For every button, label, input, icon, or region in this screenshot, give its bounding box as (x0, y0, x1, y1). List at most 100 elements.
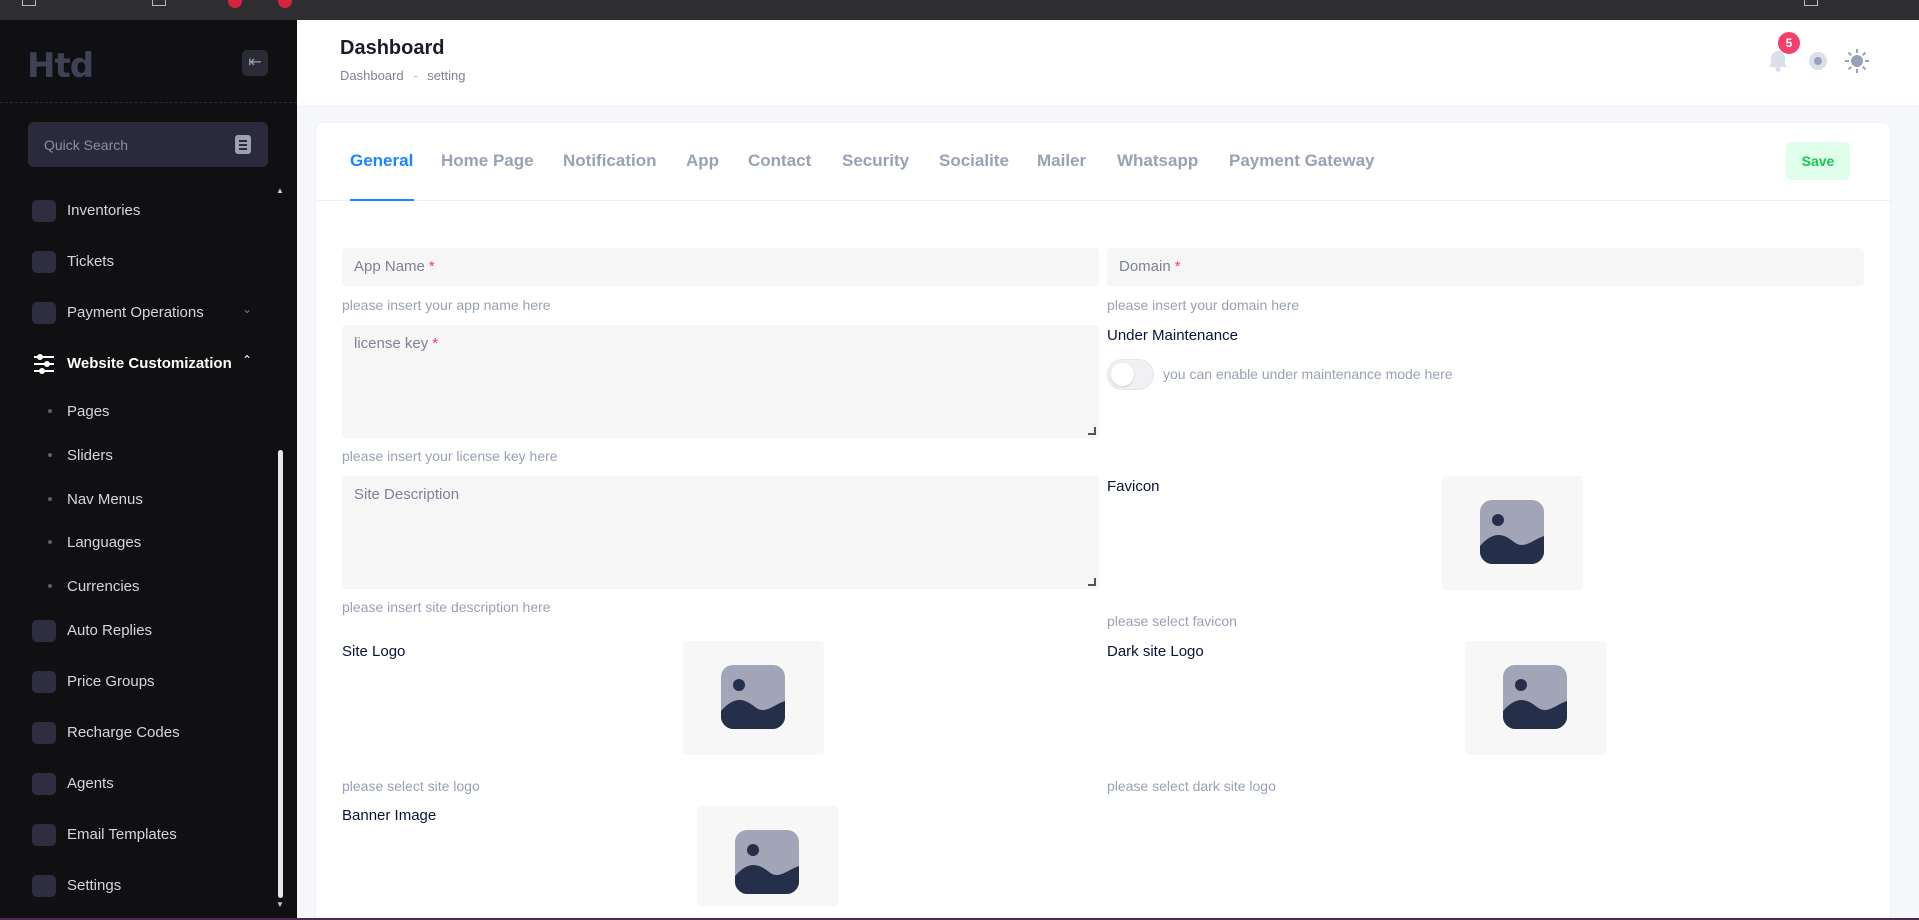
box-icon (32, 200, 56, 222)
tab-mailer[interactable]: Mailer (1037, 151, 1086, 171)
sidebar-item-recharge-codes[interactable]: Recharge Codes (0, 712, 280, 752)
site-description-hint: please insert site description here (342, 599, 551, 615)
sidebar-item-label: Website Customization (67, 355, 232, 372)
sidebar-subitem-languages[interactable]: Languages (0, 525, 280, 559)
app-icon[interactable] (278, 0, 292, 8)
tab-socialite[interactable]: Socialite (939, 151, 1009, 171)
sidebar-item-label: Inventories (67, 202, 141, 219)
required-marker: * (1174, 258, 1181, 275)
window-icon[interactable] (152, 0, 166, 6)
app-icon[interactable] (228, 0, 242, 8)
tab-security[interactable]: Security (842, 151, 909, 171)
image-placeholder-icon (1480, 500, 1544, 564)
image-placeholder-icon (1503, 665, 1567, 729)
sidebar-item-settings[interactable]: Settings (0, 865, 280, 905)
license-key-textarea[interactable]: license key * (342, 325, 1099, 438)
money-icon (32, 302, 56, 324)
tab-home-page[interactable]: Home Page (441, 151, 534, 171)
maintenance-toggle[interactable] (1107, 359, 1154, 390)
sidebar-item-tickets[interactable]: Tickets (0, 241, 280, 281)
breadcrumb-separator: - (413, 68, 418, 83)
search-placeholder: Quick Search (44, 137, 129, 153)
sidebar-subitem-sliders[interactable]: Sliders (0, 438, 280, 472)
clipboard-icon[interactable] (235, 135, 251, 154)
wallet-icon (32, 722, 56, 744)
chevron-up-icon: ⌃ (242, 353, 253, 367)
id-card-icon (32, 773, 56, 795)
sidebar-item-label: Payment Operations (67, 304, 204, 321)
sidebar-item-payment-operations[interactable]: Payment Operations ⌄ (0, 292, 280, 332)
image-placeholder-icon (735, 830, 799, 894)
maintenance-label: Under Maintenance (1107, 327, 1238, 344)
sidebar-item-label: Recharge Codes (67, 724, 180, 741)
sidebar-item-label: Auto Replies (67, 622, 153, 639)
sun-icon[interactable] (1844, 48, 1870, 74)
scroll-down-arrow-icon[interactable]: ▼ (276, 900, 284, 909)
window-icon[interactable] (1804, 0, 1818, 6)
bullet-icon (48, 497, 52, 501)
tab-notification[interactable]: Notification (563, 151, 657, 171)
favicon-image-picker[interactable] (1442, 476, 1583, 590)
tab-whatsapp[interactable]: Whatsapp (1117, 151, 1198, 171)
layout-icon (32, 824, 56, 846)
tab-general[interactable]: General (350, 151, 413, 171)
breadcrumb-item[interactable]: Dashboard (340, 68, 404, 83)
resize-handle-icon[interactable] (1088, 578, 1096, 586)
settings-card: General Home Page Notification App Conta… (315, 122, 1892, 920)
site-description-textarea[interactable]: Site Description (342, 476, 1099, 589)
sidebar: Htd ⇤ Quick Search Inventories Tickets P… (0, 20, 297, 918)
sidebar-subitem-label: Currencies (67, 578, 140, 595)
logo[interactable]: Htd (27, 46, 94, 86)
grid-icon[interactable] (22, 0, 36, 6)
tag-icon (32, 671, 56, 693)
domain-hint: please insert your domain here (1107, 297, 1300, 313)
gear-icon[interactable] (1805, 48, 1831, 74)
banner-label: Banner Image (342, 807, 437, 824)
app-name-hint: please insert your app name here (342, 297, 551, 313)
breadcrumb: Dashboard - setting (340, 68, 466, 83)
tab-contact[interactable]: Contact (748, 151, 811, 171)
sidebar-item-inventories[interactable]: Inventories (0, 190, 280, 230)
gear-icon (32, 875, 56, 897)
save-button[interactable]: Save (1786, 142, 1850, 180)
sidebar-item-website-customization[interactable]: Website Customization ⌃ (0, 343, 280, 383)
tab-app[interactable]: App (686, 151, 719, 171)
sliders-icon (32, 353, 56, 375)
sidebar-item-auto-replies[interactable]: Auto Replies (0, 610, 280, 650)
maintenance-hint: you can enable under maintenance mode he… (1163, 366, 1453, 382)
site-logo-label: Site Logo (342, 643, 406, 660)
dark-logo-hint: please select dark site logo (1107, 778, 1276, 794)
chat-icon (32, 251, 56, 273)
domain-input[interactable]: Domain * (1107, 248, 1864, 286)
sidebar-item-email-templates[interactable]: Email Templates (0, 814, 280, 854)
sidebar-item-price-groups[interactable]: Price Groups (0, 661, 280, 701)
image-placeholder-icon (721, 665, 785, 729)
required-marker: * (432, 335, 439, 352)
divider (0, 102, 297, 103)
bullet-icon (48, 453, 52, 457)
page-title: Dashboard (340, 37, 445, 59)
favicon-hint: please select favicon (1107, 613, 1237, 629)
app-name-input[interactable]: App Name * (342, 248, 1099, 286)
sidebar-subitem-nav-menus[interactable]: Nav Menus (0, 482, 280, 516)
sidebar-subitem-pages[interactable]: Pages (0, 394, 280, 428)
collapse-sidebar-button[interactable]: ⇤ (242, 50, 268, 76)
banner-image-picker[interactable] (697, 806, 838, 906)
site-logo-image-picker[interactable] (683, 641, 824, 755)
license-key-placeholder: license key * (354, 335, 438, 352)
placeholder-text: App Name (354, 258, 425, 275)
resize-handle-icon[interactable] (1088, 427, 1096, 435)
quick-search-input[interactable]: Quick Search (28, 122, 268, 167)
sidebar-item-agents[interactable]: Agents (0, 763, 280, 803)
dark-logo-image-picker[interactable] (1465, 641, 1606, 755)
sidebar-subitem-label: Pages (67, 403, 110, 420)
toggle-knob (1111, 363, 1134, 386)
sidebar-subitem-label: Sliders (67, 447, 113, 464)
sidebar-subitem-currencies[interactable]: Currencies (0, 569, 280, 603)
dark-logo-label: Dark site Logo (1107, 643, 1204, 660)
tab-payment-gateway[interactable]: Payment Gateway (1229, 151, 1375, 171)
license-key-hint: please insert your license key here (342, 448, 558, 464)
sidebar-item-label: Agents (67, 775, 114, 792)
scroll-up-arrow-icon[interactable]: ▲ (276, 186, 284, 195)
sidebar-scrollbar[interactable] (278, 450, 283, 898)
